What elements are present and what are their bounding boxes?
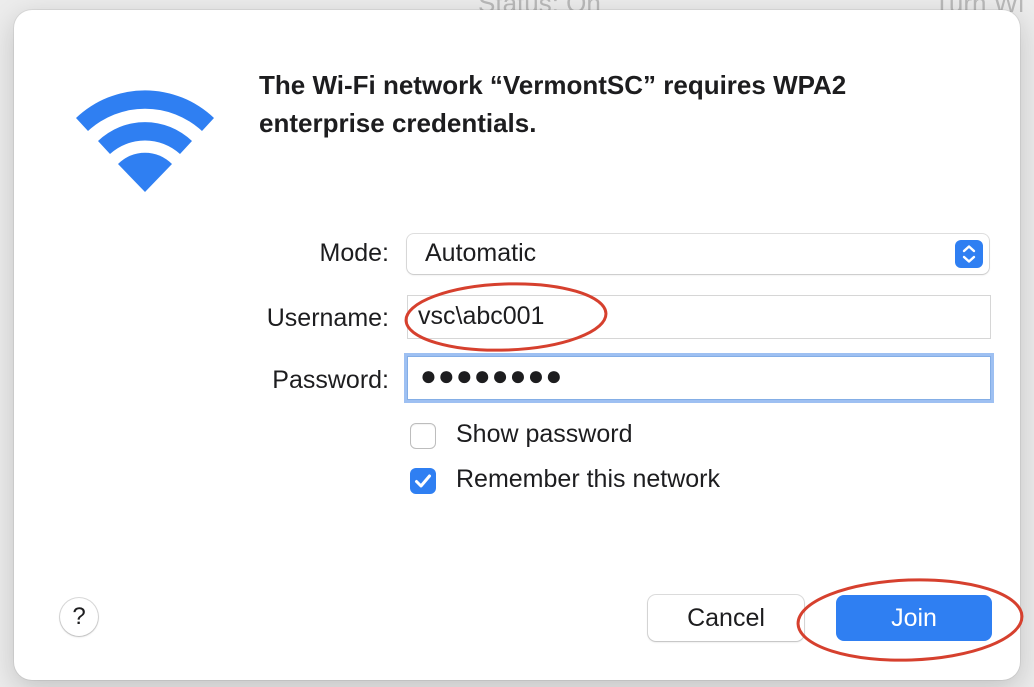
mode-select[interactable]: Automatic (407, 234, 989, 274)
join-button[interactable]: Join (836, 595, 992, 641)
remember-network-label: Remember this network (456, 465, 720, 493)
password-field[interactable]: ●●●●●●●● (407, 356, 991, 400)
chevron-updown-icon (955, 240, 983, 268)
show-password-checkbox[interactable] (410, 423, 436, 449)
wifi-icon (72, 78, 218, 194)
username-field[interactable]: vsc\abc001 (407, 295, 991, 339)
dialog-title: The Wi-Fi network “VermontSC” requires W… (259, 70, 847, 138)
username-value: vsc\abc001 (418, 302, 545, 330)
show-password-label: Show password (456, 420, 633, 448)
mode-label: Mode: (319, 239, 389, 267)
cancel-button[interactable]: Cancel (648, 595, 804, 641)
mode-select-value: Automatic (425, 239, 537, 267)
username-label: Username: (266, 304, 389, 332)
remember-network-checkbox[interactable] (410, 468, 436, 494)
checkmark-icon (415, 474, 431, 488)
password-label: Password: (272, 366, 389, 394)
password-masked-value: ●●●●●●●● (420, 360, 564, 391)
help-button[interactable]: ? (60, 598, 98, 636)
wifi-credentials-dialog: The Wi-Fi network “VermontSC” requires W… (14, 10, 1020, 680)
